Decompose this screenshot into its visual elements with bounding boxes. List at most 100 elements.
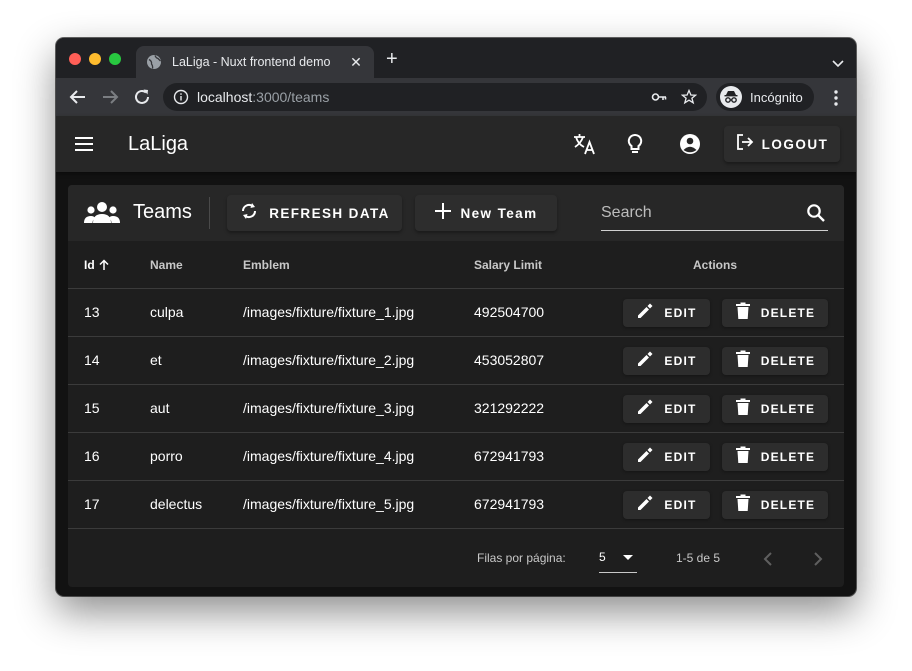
- table-row: 13 culpa /images/fixture/fixture_1.jpg 4…: [68, 289, 844, 337]
- plus-icon: [434, 202, 451, 224]
- column-header-emblem[interactable]: Emblem: [243, 258, 290, 272]
- table-row: 16 porro /images/fixture/fixture_4.jpg 6…: [68, 433, 844, 481]
- cell-salary: 672941793: [474, 448, 545, 464]
- search-field[interactable]: [601, 197, 828, 231]
- pencil-icon: [636, 350, 654, 373]
- cell-emblem: /images/fixture/fixture_1.jpg: [243, 304, 415, 320]
- card-title: Teams: [133, 201, 192, 223]
- pencil-icon: [636, 446, 654, 469]
- edit-label: EDIT: [664, 306, 697, 320]
- key-icon[interactable]: [651, 89, 667, 110]
- new-team-label: New Team: [460, 205, 538, 221]
- forward-arrow-icon[interactable]: [100, 87, 120, 107]
- minimize-window-button[interactable]: [89, 53, 101, 65]
- delete-button[interactable]: DELETE: [722, 347, 828, 375]
- trash-icon: [735, 494, 751, 517]
- edit-label: EDIT: [664, 498, 697, 512]
- column-header-name[interactable]: Name: [150, 258, 183, 272]
- site-info-icon[interactable]: [173, 89, 189, 105]
- logout-button[interactable]: LOGOUT: [724, 126, 840, 162]
- trash-icon: [735, 350, 751, 373]
- search-icon[interactable]: [806, 203, 826, 223]
- translate-icon[interactable]: [572, 132, 596, 156]
- edit-button[interactable]: EDIT: [623, 443, 710, 471]
- tab-search-chevron-icon[interactable]: [832, 55, 844, 68]
- url-host: localhost: [197, 89, 253, 105]
- trash-icon: [735, 398, 751, 421]
- refresh-icon: [239, 201, 259, 226]
- delete-button[interactable]: DELETE: [722, 443, 828, 471]
- edit-button[interactable]: EDIT: [623, 299, 710, 327]
- lightbulb-icon[interactable]: [623, 132, 647, 156]
- browser-tab[interactable]: LaLiga - Nuxt frontend demo ✕: [136, 46, 374, 78]
- tab-title: LaLiga - Nuxt frontend demo: [172, 55, 331, 69]
- close-tab-icon[interactable]: ✕: [348, 54, 364, 71]
- delete-label: DELETE: [760, 450, 816, 464]
- browser-menu-icon[interactable]: [834, 90, 838, 106]
- cell-id: 15: [84, 400, 100, 416]
- back-arrow-icon[interactable]: [68, 87, 88, 107]
- cell-id: 13: [84, 304, 100, 320]
- new-tab-button[interactable]: +: [386, 49, 398, 69]
- app-bar: LaLiga LOGOUT: [56, 116, 856, 172]
- column-header-actions: Actions: [693, 258, 738, 272]
- edit-button[interactable]: EDIT: [623, 347, 710, 375]
- column-header-id[interactable]: Id: [84, 258, 110, 272]
- delete-label: DELETE: [760, 498, 816, 512]
- refresh-data-button[interactable]: REFRESH DATA: [227, 195, 402, 231]
- cell-name: et: [150, 352, 162, 368]
- pencil-icon: [636, 398, 654, 421]
- new-team-button[interactable]: New Team: [415, 195, 557, 231]
- menu-icon[interactable]: [74, 134, 94, 154]
- incognito-icon: [720, 86, 742, 108]
- globe-icon: [146, 54, 162, 70]
- rows-per-page-select[interactable]: 5: [599, 543, 637, 573]
- delete-label: DELETE: [760, 354, 816, 368]
- previous-page-button[interactable]: [756, 547, 780, 571]
- delete-button[interactable]: DELETE: [722, 299, 828, 327]
- logout-icon: [736, 133, 754, 156]
- star-icon[interactable]: [680, 88, 698, 110]
- next-page-button[interactable]: [806, 547, 830, 571]
- account-icon[interactable]: [678, 132, 702, 156]
- cell-emblem: /images/fixture/fixture_4.jpg: [243, 448, 415, 464]
- table-row: 17 delectus /images/fixture/fixture_5.jp…: [68, 481, 844, 529]
- refresh-data-label: REFRESH DATA: [269, 205, 390, 221]
- cell-name: delectus: [150, 496, 203, 512]
- caret-down-icon: [623, 555, 633, 560]
- group-icon: [84, 199, 120, 227]
- cell-salary: 492504700: [474, 304, 545, 320]
- maximize-window-button[interactable]: [109, 53, 121, 65]
- edit-label: EDIT: [664, 354, 697, 368]
- column-header-salary[interactable]: Salary Limit: [474, 258, 542, 272]
- delete-button[interactable]: DELETE: [722, 491, 828, 519]
- cell-salary: 321292222: [474, 400, 545, 416]
- cell-emblem: /images/fixture/fixture_3.jpg: [243, 400, 415, 416]
- incognito-profile-button[interactable]: Incógnito: [716, 83, 814, 111]
- trash-icon: [735, 302, 751, 325]
- table-footer: Filas por página: 5 1-5 de 5: [68, 531, 844, 587]
- url-path: :3000/teams: [252, 89, 330, 105]
- pagination-range: 1-5 de 5: [676, 551, 721, 565]
- column-header-id-label: Id: [84, 258, 95, 272]
- edit-button[interactable]: EDIT: [623, 491, 710, 519]
- chevron-left-icon: [763, 552, 772, 566]
- cell-salary: 672941793: [474, 496, 545, 512]
- reload-icon[interactable]: [132, 87, 152, 107]
- browser-window: LaLiga - Nuxt frontend demo ✕ + localhos…: [56, 38, 856, 596]
- card-toolbar: Teams REFRESH DATA New Team: [68, 185, 844, 241]
- incognito-label: Incógnito: [750, 89, 803, 105]
- rows-per-page-value: 5: [599, 550, 606, 564]
- delete-button[interactable]: DELETE: [722, 395, 828, 423]
- app-title[interactable]: LaLiga: [128, 133, 188, 156]
- delete-label: DELETE: [760, 402, 816, 416]
- close-window-button[interactable]: [69, 53, 81, 65]
- cell-emblem: /images/fixture/fixture_2.jpg: [243, 352, 415, 368]
- search-input[interactable]: [601, 201, 791, 225]
- toolbar-divider: [209, 197, 210, 229]
- cell-name: porro: [150, 448, 183, 464]
- cell-salary: 453052807: [474, 352, 545, 368]
- edit-button[interactable]: EDIT: [623, 395, 710, 423]
- tab-strip: LaLiga - Nuxt frontend demo ✕ +: [56, 38, 856, 78]
- address-bar[interactable]: localhost:3000/teams: [163, 83, 707, 111]
